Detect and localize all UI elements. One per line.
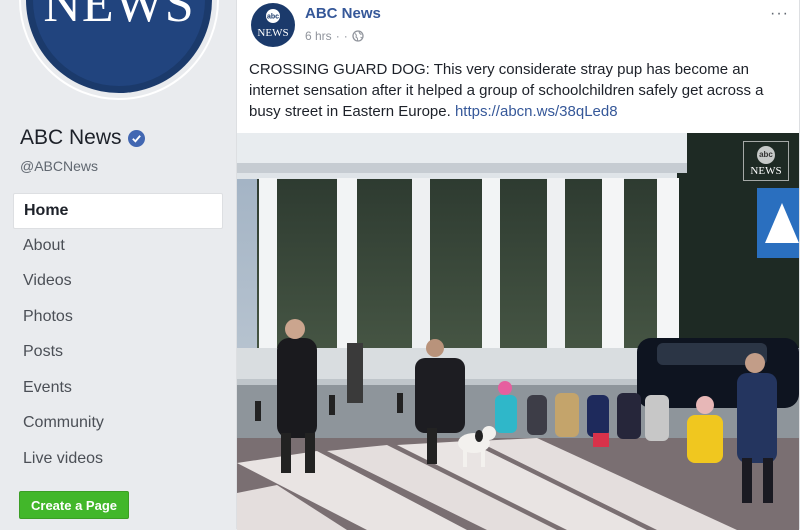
profile-logo-text: NEWS — [43, 0, 194, 33]
globe-icon[interactable] — [352, 30, 364, 42]
verified-badge-icon — [127, 129, 145, 147]
nav-item-about[interactable]: About — [13, 229, 223, 265]
watermark-abc: abc — [757, 145, 775, 164]
page-sidebar: NEWS ABC News @ABCNews Home About Videos… — [0, 0, 232, 529]
profile-picture[interactable]: NEWS — [18, 0, 220, 100]
avatar-abc-text: abc — [267, 14, 279, 21]
nav-item-posts[interactable]: Posts — [13, 335, 223, 371]
page-handle[interactable]: @ABCNews — [20, 158, 98, 174]
nav-item-live-videos[interactable]: Live videos — [13, 442, 223, 478]
meta-separator-2: · — [343, 29, 348, 43]
page-nav: Home About Videos Photos Posts Events Co… — [13, 193, 223, 477]
page-name-text[interactable]: ABC News — [20, 126, 122, 150]
watermark-news: NEWS — [750, 164, 782, 177]
create-page-button[interactable]: Create a Page — [19, 491, 129, 519]
nav-item-community[interactable]: Community — [13, 406, 223, 442]
nav-item-events[interactable]: Events — [13, 371, 223, 407]
video-frame — [237, 133, 799, 530]
more-options-icon[interactable]: ··· — [770, 5, 789, 23]
post-author[interactable]: ABC News — [305, 5, 381, 22]
nav-item-home[interactable]: Home — [13, 193, 223, 229]
post-body: CROSSING GUARD DOG: This very considerat… — [249, 59, 789, 122]
post-video[interactable]: abc NEWS — [237, 133, 799, 530]
meta-separator: · — [335, 29, 340, 43]
abc-news-watermark: abc NEWS — [743, 141, 789, 181]
post-link[interactable]: https://abcn.ws/38qLed8 — [455, 103, 618, 120]
nav-item-photos[interactable]: Photos — [13, 300, 223, 336]
post-card: abc NEWS ABC News 6 hrs · · ··· CROSSING… — [236, 0, 800, 530]
avatar-news-text: NEWS — [257, 27, 288, 39]
nav-item-videos[interactable]: Videos — [13, 264, 223, 300]
post-timestamp[interactable]: 6 hrs — [305, 29, 332, 43]
post-meta: 6 hrs · · — [305, 29, 364, 43]
post-avatar[interactable]: abc NEWS — [251, 3, 295, 47]
page-title[interactable]: ABC News — [20, 126, 145, 150]
